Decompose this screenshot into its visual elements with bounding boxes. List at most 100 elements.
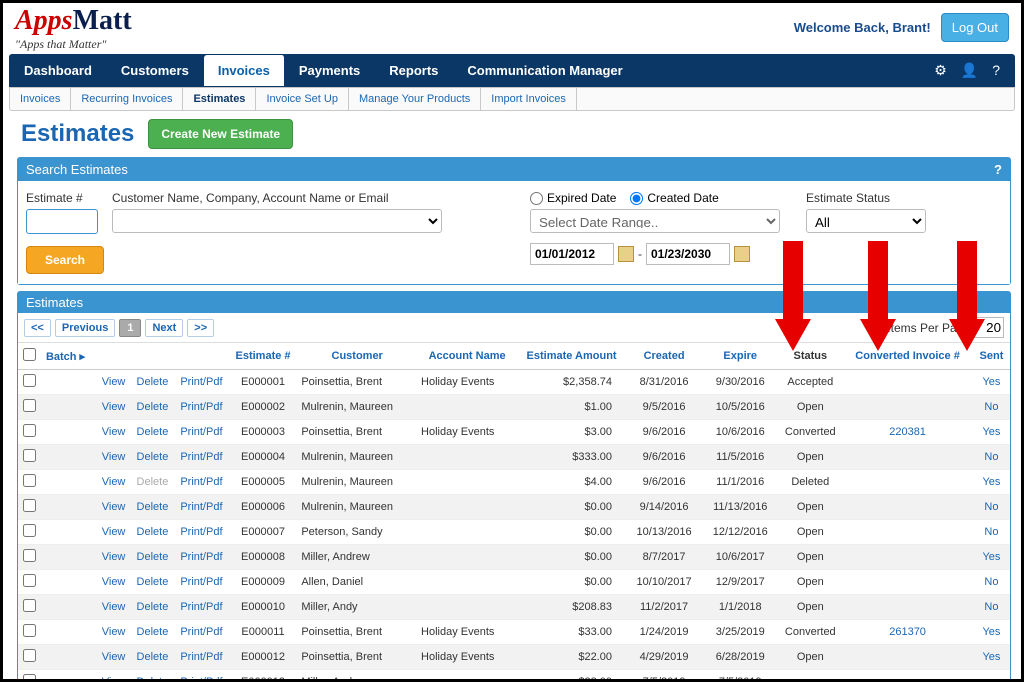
sent-link[interactable]: Yes [982, 426, 1000, 438]
logout-button[interactable]: Log Out [941, 13, 1009, 42]
nav-item-customers[interactable]: Customers [107, 55, 204, 86]
print-link[interactable]: Print/Pdf [180, 476, 222, 488]
pager-prev[interactable]: Previous [55, 319, 115, 337]
col-customer[interactable]: Customer [297, 343, 417, 370]
col-expire[interactable]: Expire [702, 343, 778, 370]
row-checkbox[interactable] [23, 599, 36, 612]
view-link[interactable]: View [102, 651, 126, 663]
row-checkbox[interactable] [23, 524, 36, 537]
print-link[interactable]: Print/Pdf [180, 626, 222, 638]
print-link[interactable]: Print/Pdf [180, 426, 222, 438]
delete-link[interactable]: Delete [137, 676, 169, 682]
view-link[interactable]: View [102, 451, 126, 463]
subnav-item-invoices[interactable]: Invoices [10, 88, 71, 110]
print-link[interactable]: Print/Pdf [180, 451, 222, 463]
delete-link[interactable]: Delete [137, 376, 169, 388]
gear-icon[interactable]: ⚙ [934, 62, 947, 79]
row-checkbox[interactable] [23, 649, 36, 662]
create-estimate-button[interactable]: Create New Estimate [148, 119, 293, 149]
delete-link[interactable]: Delete [137, 451, 169, 463]
customer-select[interactable] [112, 209, 442, 233]
date-from-input[interactable] [530, 243, 614, 265]
col-estimate-num[interactable]: Estimate # [229, 343, 298, 370]
converted-invoice-link[interactable]: 220381 [889, 426, 926, 438]
view-link[interactable]: View [102, 526, 126, 538]
row-checkbox[interactable] [23, 499, 36, 512]
print-link[interactable]: Print/Pdf [180, 401, 222, 413]
user-icon[interactable]: 👤 [961, 62, 978, 79]
view-link[interactable]: View [102, 551, 126, 563]
subnav-item-invoice-set-up[interactable]: Invoice Set Up [256, 88, 349, 110]
delete-link[interactable]: Delete [137, 501, 169, 513]
search-button[interactable]: Search [26, 246, 104, 274]
calendar-icon[interactable] [734, 246, 750, 262]
print-link[interactable]: Print/Pdf [180, 576, 222, 588]
row-checkbox[interactable] [23, 374, 36, 387]
print-link[interactable]: Print/Pdf [180, 676, 222, 682]
sent-link[interactable]: No [984, 401, 998, 413]
nav-item-invoices[interactable]: Invoices [204, 55, 285, 86]
sent-link[interactable]: Yes [982, 376, 1000, 388]
print-link[interactable]: Print/Pdf [180, 501, 222, 513]
row-checkbox[interactable] [23, 624, 36, 637]
delete-link[interactable]: Delete [137, 626, 169, 638]
sent-link[interactable]: Yes [982, 651, 1000, 663]
sent-link[interactable]: Yes [982, 551, 1000, 563]
created-date-radio[interactable]: Created Date [630, 191, 718, 205]
print-link[interactable]: Print/Pdf [180, 526, 222, 538]
help-icon[interactable]: ? [992, 62, 1000, 79]
pager-first[interactable]: << [24, 319, 51, 337]
nav-item-payments[interactable]: Payments [285, 55, 375, 86]
row-checkbox[interactable] [23, 399, 36, 412]
row-checkbox[interactable] [23, 674, 36, 682]
print-link[interactable]: Print/Pdf [180, 651, 222, 663]
status-select[interactable]: All [806, 209, 926, 233]
nav-item-dashboard[interactable]: Dashboard [10, 55, 107, 86]
view-link[interactable]: View [102, 501, 126, 513]
col-batch[interactable]: Batch ▸ [42, 343, 96, 370]
nav-item-communication-manager[interactable]: Communication Manager [453, 55, 637, 86]
subnav-item-manage-your-products[interactable]: Manage Your Products [349, 88, 481, 110]
select-all-checkbox[interactable] [23, 348, 36, 361]
subnav-item-import-invoices[interactable]: Import Invoices [481, 88, 577, 110]
delete-link[interactable]: Delete [137, 526, 169, 538]
row-checkbox[interactable] [23, 474, 36, 487]
delete-link[interactable]: Delete [137, 401, 169, 413]
print-link[interactable]: Print/Pdf [180, 376, 222, 388]
nav-item-reports[interactable]: Reports [375, 55, 453, 86]
sent-link[interactable]: Yes [982, 626, 1000, 638]
delete-link[interactable]: Delete [137, 551, 169, 563]
delete-link[interactable]: Delete [137, 651, 169, 663]
sent-link[interactable]: No [984, 576, 998, 588]
view-link[interactable]: View [102, 426, 126, 438]
delete-link[interactable]: Delete [137, 576, 169, 588]
print-link[interactable]: Print/Pdf [180, 601, 222, 613]
col-account[interactable]: Account Name [417, 343, 517, 370]
sent-link[interactable]: No [984, 501, 998, 513]
sent-link[interactable]: Yes [982, 476, 1000, 488]
delete-link[interactable]: Delete [137, 601, 169, 613]
calendar-icon[interactable] [618, 246, 634, 262]
view-link[interactable]: View [102, 601, 126, 613]
view-link[interactable]: View [102, 576, 126, 588]
view-link[interactable]: View [102, 476, 126, 488]
pager-last[interactable]: >> [187, 319, 214, 337]
search-help-icon[interactable]: ? [994, 162, 1002, 177]
col-amount[interactable]: Estimate Amount [517, 343, 626, 370]
expired-date-radio[interactable]: Expired Date [530, 191, 616, 205]
sent-link[interactable]: No [984, 526, 998, 538]
row-checkbox[interactable] [23, 424, 36, 437]
print-link[interactable]: Print/Pdf [180, 551, 222, 563]
sent-link[interactable]: No [984, 601, 998, 613]
sent-link[interactable]: No [984, 451, 998, 463]
delete-link[interactable]: Delete [137, 426, 169, 438]
row-checkbox[interactable] [23, 449, 36, 462]
pager-next[interactable]: Next [145, 319, 183, 337]
row-checkbox[interactable] [23, 549, 36, 562]
estimate-num-input[interactable] [26, 209, 98, 234]
date-to-input[interactable] [646, 243, 730, 265]
view-link[interactable]: View [102, 401, 126, 413]
col-created[interactable]: Created [626, 343, 702, 370]
view-link[interactable]: View [102, 376, 126, 388]
row-checkbox[interactable] [23, 574, 36, 587]
